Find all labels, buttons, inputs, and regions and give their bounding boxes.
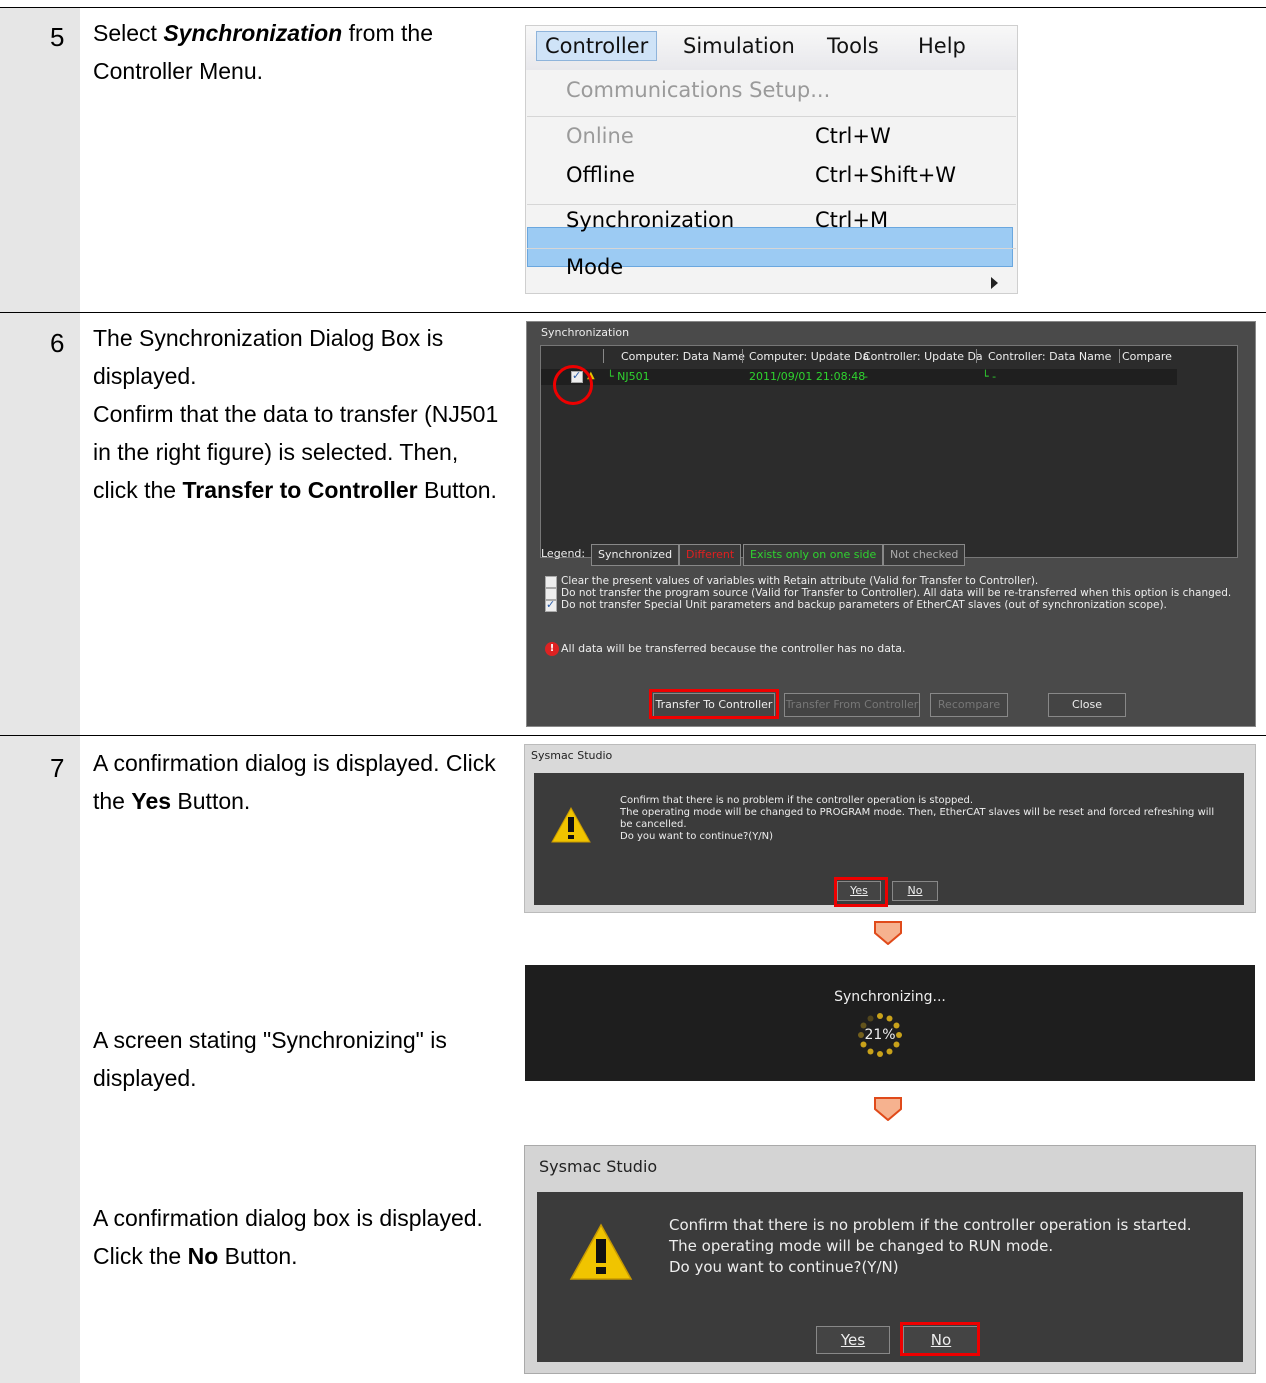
sync-table: Computer: Data Name Computer: Update Da … xyxy=(540,345,1238,558)
option-checkbox[interactable] xyxy=(545,598,557,612)
menu-separator xyxy=(527,204,1016,205)
menu-controller[interactable]: Controller xyxy=(536,31,658,61)
instruction-text: The Synchronization Dialog Box is displa… xyxy=(93,325,444,389)
confirm-stop-dialog: Sysmac Studio Confirm that there is no p… xyxy=(524,744,1256,913)
menu-tools[interactable]: Tools xyxy=(827,34,879,58)
message-line: Confirm that there is no problem if the … xyxy=(669,1216,1192,1234)
button-name: No xyxy=(187,1243,219,1269)
notice-text: All data will be transferred because the… xyxy=(561,642,906,655)
legend-not-checked: Not checked xyxy=(883,544,966,566)
step-instruction: The Synchronization Dialog Box is displa… xyxy=(93,319,503,509)
option-checkbox[interactable] xyxy=(545,576,557,588)
menu-separator xyxy=(527,248,1016,249)
menu-item-communications-setup[interactable]: Communications Setup... xyxy=(566,78,830,102)
menu-help[interactable]: Help xyxy=(918,34,966,58)
dialog-body: Confirm that there is no problem if the … xyxy=(537,1192,1243,1362)
dialog-title: Synchronization xyxy=(541,326,630,339)
menu-item-synchronization[interactable]: Synchronization xyxy=(566,208,734,232)
instruction-text: Button. xyxy=(417,477,497,503)
submenu-arrow-icon xyxy=(991,277,998,289)
shortcut-offline: Ctrl+Shift+W xyxy=(815,163,957,187)
transfer-from-controller-button[interactable]: Transfer From Controller xyxy=(784,693,920,717)
column-header: Controller: Data Name xyxy=(988,350,1112,363)
dialog-title: Sysmac Studio xyxy=(539,1157,658,1176)
menu-item-name: Synchronization xyxy=(163,20,343,46)
step-instruction: A screen stating "Synchronizing" is disp… xyxy=(93,1027,447,1091)
synchronizing-label: Synchronizing... xyxy=(834,989,946,1005)
divider xyxy=(0,7,1266,8)
recompare-button[interactable]: Recompare xyxy=(930,693,1008,717)
column-header: Computer: Update Da xyxy=(749,350,870,363)
step-number: 5 xyxy=(50,22,65,52)
menu-item-offline[interactable]: Offline xyxy=(566,163,635,187)
dialog-title: Sysmac Studio xyxy=(531,749,613,762)
instruction-text: Select xyxy=(93,20,164,46)
button-name: Transfer to Controller xyxy=(182,477,418,503)
down-arrow-icon xyxy=(874,1097,902,1121)
legend-one-side: Exists only on one side xyxy=(743,544,884,566)
synchronizing-screen: Synchronizing... 21% xyxy=(525,965,1255,1081)
row-data-name: └ NJ501 xyxy=(607,370,650,383)
down-arrow-icon xyxy=(874,921,902,945)
highlight-circle xyxy=(553,365,593,405)
button-name: Yes xyxy=(131,788,172,814)
error-icon: ! xyxy=(545,642,559,656)
yes-button[interactable]: Yes xyxy=(816,1326,890,1354)
option-label: Do not transfer Special Unit parameters … xyxy=(561,599,1167,611)
step-number: 7 xyxy=(50,753,65,783)
synchronization-dialog: Synchronization Computer: Data Name Comp… xyxy=(526,321,1256,727)
legend-label: Legend: xyxy=(541,547,586,560)
step-number: 6 xyxy=(50,328,65,358)
highlight-box xyxy=(649,689,779,719)
warning-icon xyxy=(551,807,591,843)
row-computer-update: 2011/09/01 21:08:48 xyxy=(749,370,866,383)
highlight-box xyxy=(834,877,888,907)
table-row[interactable]: ▲ └ NJ501 2011/09/01 21:08:48 - └ - xyxy=(541,369,1177,385)
shortcut-synchronization: Ctrl+M xyxy=(815,208,889,232)
menu-item-mode[interactable]: Mode xyxy=(566,255,623,279)
divider xyxy=(0,735,1266,736)
confirm-start-dialog: Sysmac Studio Confirm that there is no p… xyxy=(524,1145,1256,1374)
message-line: The operating mode will be changed to RU… xyxy=(669,1237,1054,1255)
row-controller-update: - xyxy=(864,370,868,383)
option-label: Clear the present values of variables wi… xyxy=(561,575,1039,587)
shortcut-online: Ctrl+W xyxy=(815,124,891,148)
option-label: Do not transfer the program source (Vali… xyxy=(561,587,1232,599)
message-line: The operating mode will be changed to PR… xyxy=(620,807,1215,818)
step-instruction: Select Synchronization from the Controll… xyxy=(93,14,483,90)
divider xyxy=(0,312,1266,313)
column-header: Compare xyxy=(1122,350,1172,363)
row-controller-name: └ - xyxy=(982,370,997,383)
instruction-text: Button. xyxy=(171,788,251,814)
menu-item-online[interactable]: Online xyxy=(566,124,634,148)
close-button[interactable]: Close xyxy=(1048,693,1126,717)
step-instruction: A confirmation dialog is displayed. Clic… xyxy=(93,744,503,820)
highlight-box xyxy=(900,1322,980,1356)
message-line: Confirm that there is no problem if the … xyxy=(620,795,974,806)
warning-icon xyxy=(569,1223,633,1280)
message-line: be cancelled. xyxy=(620,819,687,830)
legend-different: Different xyxy=(679,544,742,566)
no-button[interactable]: No xyxy=(892,881,938,901)
dialog-body: Confirm that there is no problem if the … xyxy=(534,773,1244,907)
controller-menu: Controller Simulation Tools Help Communi… xyxy=(525,25,1018,294)
column-header: Computer: Data Name xyxy=(621,350,745,363)
message-line: Do you want to continue?(Y/N) xyxy=(669,1258,899,1276)
legend-synchronized: Synchronized xyxy=(591,544,680,566)
progress-percent: 21% xyxy=(864,1027,896,1043)
step-instruction: A confirmation dialog box is displayed. … xyxy=(93,1199,513,1275)
menu-simulation[interactable]: Simulation xyxy=(683,34,795,58)
step-number-column xyxy=(0,8,80,1383)
menu-separator xyxy=(527,116,1016,117)
message-line: Do you want to continue?(Y/N) xyxy=(620,831,774,842)
instruction-text: Button. xyxy=(218,1243,298,1269)
column-header: Controller: Update Da xyxy=(863,350,983,363)
menu-bar: Controller Simulation Tools Help xyxy=(526,26,1017,70)
